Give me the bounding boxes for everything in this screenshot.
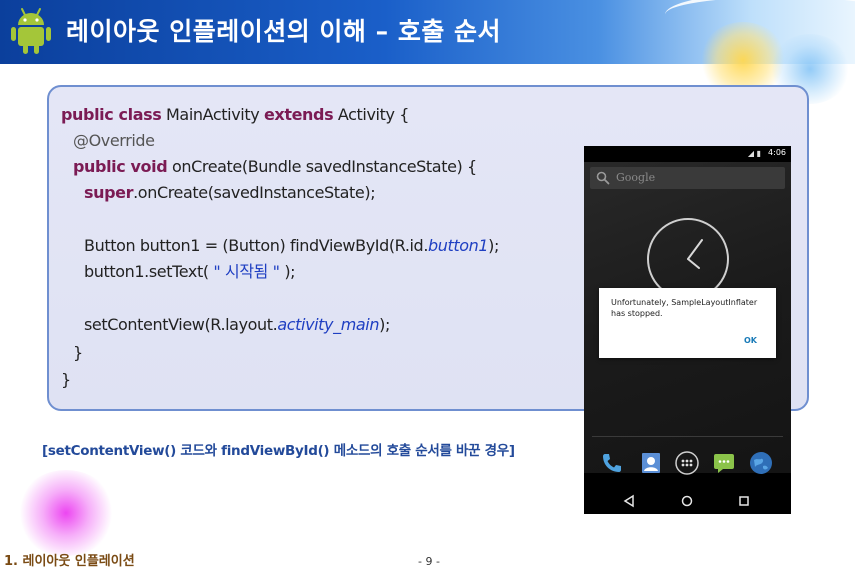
home-screen: ◢ ▮ 4:06 Google Unfortunately, SampleLay… (584, 146, 791, 475)
search-icon (596, 171, 610, 185)
keyword: public void (73, 157, 168, 176)
browser-icon[interactable] (749, 451, 773, 475)
dock-divider (592, 436, 783, 437)
code-text: .onCreate(savedInstanceState); (133, 183, 376, 202)
phone-screenshot: ◢ ▮ 4:06 Google Unfortunately, SampleLay… (584, 146, 791, 514)
code-line-6: button1.setText( " 시작됨 " ); (84, 259, 296, 285)
code-text: button1.setText( (84, 262, 214, 281)
search-placeholder: Google (616, 171, 656, 184)
code-line-8: } (73, 340, 83, 366)
code-line-2: @Override (73, 128, 155, 154)
code-line-5: Button button1 = (Button) findViewById(R… (84, 233, 499, 259)
code-text: } (61, 370, 71, 389)
phone-icon[interactable] (600, 451, 624, 475)
google-search-bar[interactable]: Google (590, 167, 785, 189)
status-bar: ◢ ▮ 4:06 (584, 146, 791, 162)
page-number: - 9 - (418, 555, 440, 568)
android-logo-icon (11, 8, 51, 54)
code-line-9: } (61, 367, 71, 393)
code-text: MainActivity (161, 105, 264, 124)
error-dialog: Unfortunately, SampleLayoutInflater has … (599, 288, 776, 358)
code-text: Activity { (333, 105, 410, 124)
field-reference: button1 (428, 236, 489, 255)
status-time: 4:06 (768, 148, 786, 157)
decorative-pink-glow (16, 470, 116, 556)
keyword: super (84, 183, 134, 202)
code-line-4: super.onCreate(savedInstanceState); (84, 180, 376, 206)
annotation: @Override (73, 131, 155, 150)
apps-icon[interactable] (675, 451, 699, 475)
code-line-1: public class MainActivity extends Activi… (61, 102, 409, 128)
home-icon[interactable] (680, 494, 694, 508)
contacts-icon[interactable] (639, 451, 663, 475)
code-text: } (73, 343, 83, 362)
back-icon[interactable] (622, 494, 636, 508)
keyword: extends (263, 105, 334, 124)
signal-battery-icon: ◢ ▮ (747, 149, 761, 158)
field-reference: activity_main (277, 315, 380, 334)
figure-caption: [setContentView() 코드와 findViewById() 메소드… (42, 443, 515, 459)
code-text: onCreate(Bundle savedInstanceState) { (167, 157, 477, 176)
keyword: public class (61, 105, 162, 124)
footer-section-title: 1. 레이아웃 인플레이션 (4, 554, 135, 569)
recents-icon[interactable] (737, 494, 751, 508)
dialog-ok-button[interactable]: OK (744, 336, 757, 345)
string-literal: " 시작됨 " (213, 262, 280, 281)
slide-title: 레이아웃 인플레이션의 이해 – 호출 순서 (66, 17, 502, 46)
code-text: setContentView(R.layout. (84, 315, 278, 334)
code-text: ); (279, 262, 296, 281)
code-line-3: public void onCreate(Bundle savedInstanc… (73, 154, 477, 180)
navigation-bar (584, 487, 791, 514)
code-text: Button button1 = (Button) findViewById(R… (84, 236, 429, 255)
messaging-icon[interactable] (712, 451, 736, 475)
clock-hands-icon (687, 239, 703, 269)
code-text: ); (488, 236, 500, 255)
dialog-message: Unfortunately, SampleLayoutInflater has … (611, 298, 758, 318)
code-line-7: setContentView(R.layout.activity_main); (84, 312, 390, 338)
code-text: ); (379, 315, 390, 334)
